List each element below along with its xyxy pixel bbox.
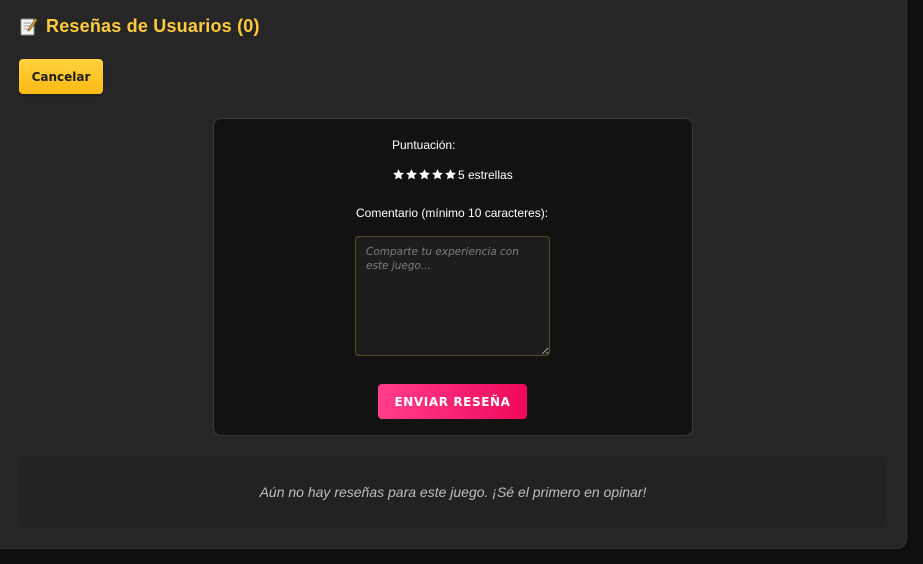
reviews-panel: Reseñas de Usuarios (0) Cancelar Puntuac… xyxy=(0,0,907,549)
empty-reviews-message: Aún no hay reseñas para este juego. ¡Sé … xyxy=(259,484,647,500)
rating-text: 5 estrellas xyxy=(458,168,513,182)
score-label: Puntuación: xyxy=(392,138,456,152)
star-rating: 5 estrellas xyxy=(392,167,513,182)
star-icon[interactable] xyxy=(392,168,405,181)
stars-group xyxy=(392,168,457,181)
review-form: Puntuación: 5 estrellas Comentario (míni… xyxy=(213,118,693,436)
submit-review-button[interactable]: ENVIAR RESEÑA xyxy=(378,384,527,419)
comment-label: Comentario (mínimo 10 caracteres): xyxy=(356,206,549,220)
star-icon[interactable] xyxy=(418,168,431,181)
star-icon[interactable] xyxy=(405,168,418,181)
page-title: Reseñas de Usuarios (0) xyxy=(46,16,260,36)
reviews-header: Reseñas de Usuarios (0) xyxy=(20,16,260,37)
memo-icon xyxy=(20,17,38,37)
empty-reviews-box: Aún no hay reseñas para este juego. ¡Sé … xyxy=(19,456,887,528)
comment-textarea[interactable] xyxy=(355,236,550,356)
cancel-button[interactable]: Cancelar xyxy=(19,59,103,94)
star-icon[interactable] xyxy=(431,168,444,181)
star-icon[interactable] xyxy=(444,168,457,181)
